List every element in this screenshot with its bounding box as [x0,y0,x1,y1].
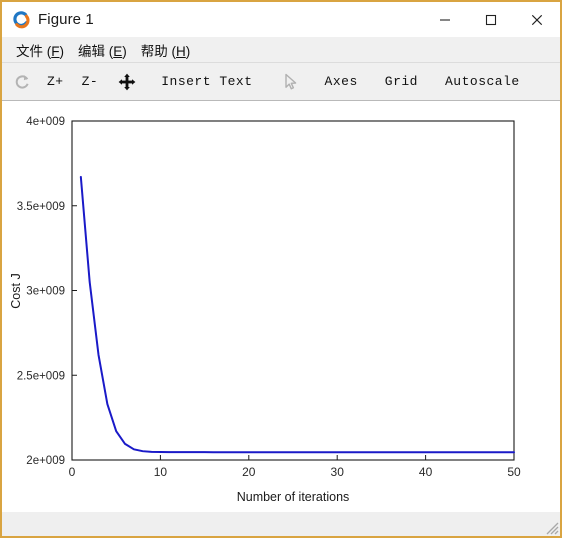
cost-convergence-plot: 0 10 20 30 40 50 2e+009 2.5e+009 3e+009 3.5e+009 4… [9,116,521,504]
svg-text:10: 10 [154,465,168,479]
menu-edit-tail: ) [122,43,127,59]
menu-file-label: 文件 ( [16,43,52,59]
close-icon [531,14,543,25]
figure-canvas[interactable]: 0 10 20 30 40 50 2e+009 2.5e+009 3e+009 3.5e+009 4… [2,101,560,512]
y-axis-label: Cost J [9,273,23,308]
status-bar [2,512,560,536]
select-pointer-icon [284,73,296,89]
menu-file[interactable]: 文件 (F) [10,38,72,62]
zoom-in-button[interactable]: Z+ [38,71,73,92]
insert-text-button[interactable]: Insert Text [152,71,261,92]
minimize-icon [440,18,450,21]
menu-file-tail: ) [59,43,65,59]
zoom-out-button[interactable]: Z- [73,71,108,92]
window-controls [422,2,560,37]
select-pointer-button[interactable] [278,69,304,95]
svg-text:50: 50 [507,465,521,479]
menu-bar: 文件 (F) 编辑 (E) 帮助 (H) [2,37,560,63]
svg-text:30: 30 [331,465,345,479]
svg-text:2e+009: 2e+009 [26,455,65,467]
menu-help-label: 帮助 ( [140,43,177,59]
title-bar: Figure 1 [2,2,560,37]
plot-frame [71,120,515,461]
menu-edit-accel: E [113,43,123,59]
svg-text:3.5e+009: 3.5e+009 [17,201,65,213]
close-button[interactable] [514,2,560,37]
svg-text:20: 20 [242,465,256,479]
autoscale-button[interactable]: Autoscale [436,71,529,92]
minimize-button[interactable] [422,2,468,37]
svg-text:3e+009: 3e+009 [26,286,65,298]
menu-help-accel: H [176,43,186,59]
pan-move-button[interactable] [114,69,140,95]
maximize-icon [485,14,497,25]
axes-button[interactable]: Axes [316,71,367,92]
window-title: Figure 1 [38,11,94,28]
maximize-button[interactable] [468,2,514,37]
svg-text:40: 40 [419,465,433,479]
menu-help-tail: ) [185,43,191,59]
menu-edit-label: 编辑 ( [78,43,114,59]
reset-rotation-button[interactable] [9,69,35,95]
figure-toolbar: Z+ Z- Insert Text Axes Grid Autoscale [2,63,560,101]
octave-logo-icon [12,10,30,29]
x-axis-label: Number of iterations [237,490,350,504]
reset-rotation-icon [15,74,29,88]
svg-text:0: 0 [69,465,76,479]
menu-help[interactable]: 帮助 (H) [135,38,199,62]
svg-text:2.5e+009: 2.5e+009 [17,370,65,382]
figure-window: Figure 1 文件 (F) 编辑 (E) 帮助 (H) Z+ Z- Inse… [0,0,562,538]
pan-move-icon [118,73,136,90]
resize-grip-icon[interactable] [543,519,559,535]
menu-edit[interactable]: 编辑 (E) [72,38,135,62]
menu-file-accel: F [51,43,60,59]
svg-text:4e+009: 4e+009 [26,116,65,128]
grid-button[interactable]: Grid [376,71,427,92]
